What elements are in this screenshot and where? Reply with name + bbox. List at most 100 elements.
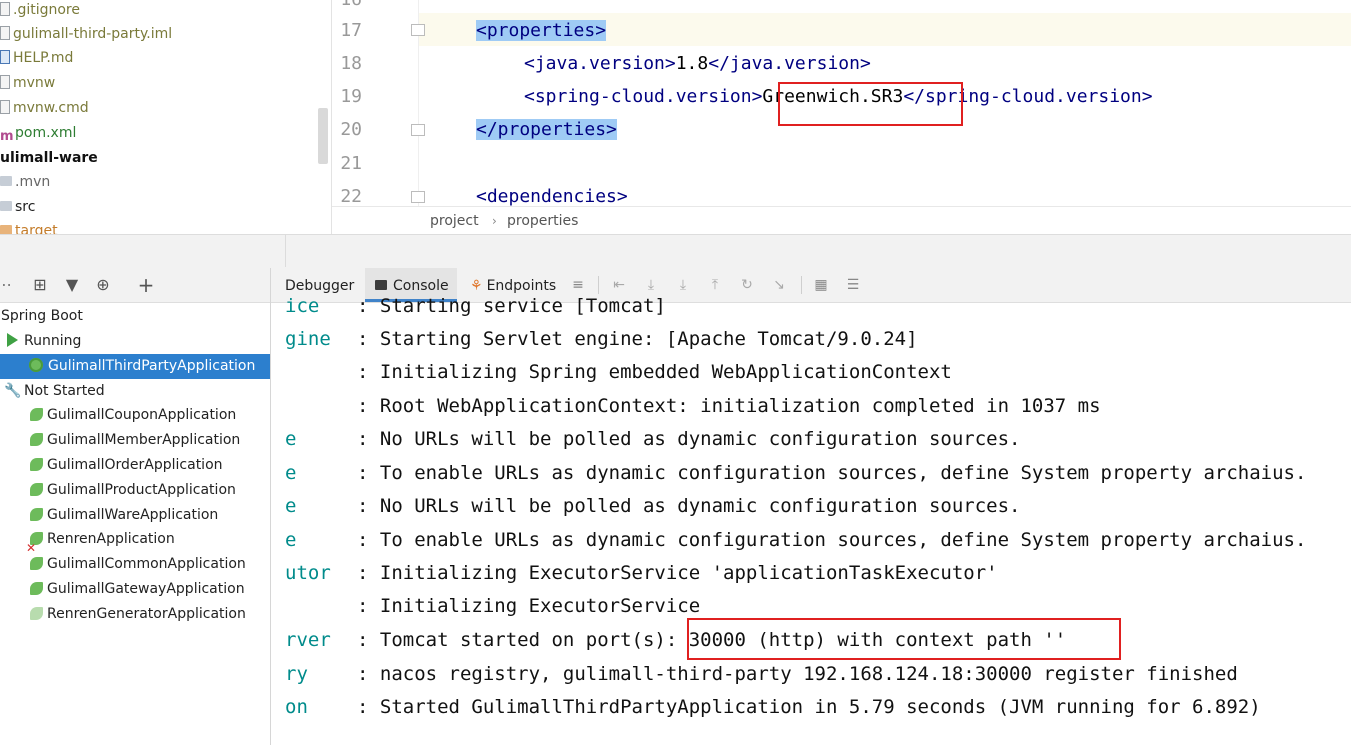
run-config-item[interactable]: RenrenGeneratorApplication	[0, 602, 270, 627]
run-toolbar: ⋯ ⊞ ▼ ⊕ +	[0, 268, 270, 303]
tree-item-label: target	[15, 223, 58, 234]
spring-boot-icon	[30, 507, 43, 521]
tree-item-mvnw-cmd[interactable]: mvnw.cmd	[0, 96, 89, 120]
log-logger: e	[285, 428, 297, 450]
run-dashboard: ⋯ ⊞ ▼ ⊕ + Spring Boot Running GulimallTh…	[0, 268, 271, 745]
run-config-label: GulimallCommonApplication	[47, 556, 246, 572]
fold-marker-icon[interactable]	[411, 24, 425, 36]
tag-close: </java.version>	[708, 53, 871, 74]
spring-boot-icon	[30, 482, 43, 496]
tree-item-mvnw[interactable]: mvnw	[0, 71, 55, 95]
add-icon[interactable]: +	[136, 275, 156, 295]
tree-item-target-folder[interactable]: target	[0, 219, 58, 234]
evaluate-icon[interactable]: ▦	[811, 275, 831, 295]
trace-icon[interactable]: ☰	[843, 275, 863, 295]
run-config-item[interactable]: GulimallMemberApplication	[0, 428, 270, 453]
tag-value: 1.8	[675, 53, 709, 74]
run-config-label: GulimallProductApplication	[47, 482, 236, 498]
code-editor[interactable]: 16 17 18 19 20 21 22 <properties> <java.…	[332, 0, 1351, 206]
run-config-item[interactable]: GulimallWareApplication	[0, 503, 270, 528]
run-config-item[interactable]: ✕ GulimallCommonApplication	[0, 542, 270, 577]
spring-boot-icon	[30, 432, 43, 446]
tree-item-label: ulimall-ware	[0, 150, 98, 166]
log-message: : To enable URLs as dynamic configuratio…	[357, 462, 1307, 484]
spring-boot-icon	[30, 581, 43, 595]
tag-properties-open: <properties>	[476, 20, 607, 41]
group-label: Running	[24, 333, 82, 349]
line-number: 20	[340, 119, 362, 140]
tree-item-label: HELP.md	[13, 50, 74, 66]
spring-boot-icon	[30, 457, 43, 471]
iml-file-icon	[0, 26, 10, 40]
tree-scrollbar[interactable]	[318, 108, 328, 164]
log-message: : Started GulimallThirdPartyApplication …	[357, 696, 1261, 718]
run-config-item[interactable]: GulimallProductApplication	[0, 478, 270, 503]
step-into-icon[interactable]: ⤓	[673, 275, 693, 295]
code-line-20: </properties>	[476, 113, 617, 146]
spring-boot-icon	[30, 556, 43, 570]
log-message: : Root WebApplicationContext: initializa…	[357, 395, 1101, 417]
tree-item-label: .mvn	[15, 174, 51, 190]
run-group-not-started[interactable]: 🔧 Not Started	[0, 379, 270, 404]
log-logger: e	[285, 529, 297, 551]
log-logger: on	[285, 696, 308, 718]
line-number: 21	[340, 153, 362, 174]
step-out-icon[interactable]: ⤒	[705, 275, 725, 295]
tree-root-spring-boot[interactable]: Spring Boot	[0, 304, 270, 329]
run-config-item[interactable]: RenrenApplication	[0, 527, 270, 552]
run-group-running[interactable]: Running	[0, 329, 270, 354]
error-icon: ✕	[26, 541, 37, 555]
run-config-item[interactable]: GulimallThirdPartyApplication	[0, 354, 270, 379]
group-icon[interactable]: ⊞	[30, 275, 50, 295]
run-config-item[interactable]: GulimallCouponApplication	[0, 403, 270, 428]
tag-properties-close: </properties>	[476, 119, 617, 140]
tree-item-iml[interactable]: gulimall-third-party.iml	[0, 22, 172, 46]
log-message: : Initializing Spring embedded WebApplic…	[357, 361, 952, 383]
tree-item-pom-xml[interactable]: mpom.xml	[0, 121, 76, 145]
tree-item-label: gulimall-third-party.iml	[13, 26, 173, 42]
file-icon	[0, 75, 10, 89]
add-to-group-icon[interactable]: ⊕	[93, 275, 113, 295]
tree-item-gitignore[interactable]: .gitignore	[0, 0, 80, 22]
line-number: 18	[340, 53, 362, 74]
drop-frame-icon[interactable]: ↻	[737, 275, 757, 295]
log-logger: gine	[285, 328, 331, 350]
highlight-box-port	[687, 618, 1121, 660]
log-logger: rver	[285, 629, 331, 651]
run-root-label: Spring Boot	[1, 308, 83, 324]
log-message: : nacos registry, gulimall-third-party 1…	[357, 663, 1238, 685]
tree-item-label: src	[15, 199, 36, 215]
spring-boot-icon	[30, 407, 43, 421]
tree-item-mvn-folder[interactable]: .mvn	[0, 170, 50, 194]
tree-item-label: mvnw.cmd	[13, 100, 89, 116]
run-to-cursor-icon[interactable]: ↘	[769, 275, 789, 295]
run-config-label: GulimallCouponApplication	[47, 407, 237, 423]
file-icon	[0, 100, 10, 114]
breadcrumb-item[interactable]: project	[430, 207, 479, 235]
console-area: Debugger Console ⚘ Endpoints ≡ ⇤ ⤓ ⤓ ⤒ ↻ …	[271, 268, 1351, 745]
tag-open: <spring-cloud.version>	[524, 86, 763, 107]
panel-separator	[0, 234, 1351, 268]
tree-item-help-md[interactable]: HELP.md	[0, 46, 73, 70]
fold-marker-icon[interactable]	[411, 191, 425, 203]
tree-item-gulimall-ware[interactable]: ulimall-ware	[0, 146, 98, 170]
log-message: : Initializing ExecutorService	[357, 595, 701, 617]
run-config-item[interactable]: GulimallOrderApplication	[0, 453, 270, 478]
tree-item-src-folder[interactable]: src	[0, 195, 35, 219]
breadcrumb-item[interactable]: properties	[507, 207, 578, 235]
run-config-label: RenrenApplication	[47, 531, 175, 547]
log-logger: ice	[285, 295, 320, 317]
log-logger: ry	[285, 663, 308, 685]
run-config-item[interactable]: GulimallGatewayApplication	[0, 577, 270, 602]
editor-gutter: 16 17 18 19 20 21 22	[332, 0, 418, 206]
collapse-icon[interactable]: ⋯	[0, 275, 14, 295]
folder-icon	[0, 201, 12, 211]
console-icon	[375, 280, 387, 290]
tree-item-label: mvnw	[13, 75, 56, 91]
run-config-label: GulimallOrderApplication	[47, 457, 223, 473]
wrench-icon: 🔧	[4, 383, 22, 399]
line-number: 19	[340, 86, 362, 107]
fold-marker-icon[interactable]	[411, 124, 425, 136]
filter-icon[interactable]: ▼	[62, 275, 82, 295]
highlight-box-version	[778, 82, 963, 126]
